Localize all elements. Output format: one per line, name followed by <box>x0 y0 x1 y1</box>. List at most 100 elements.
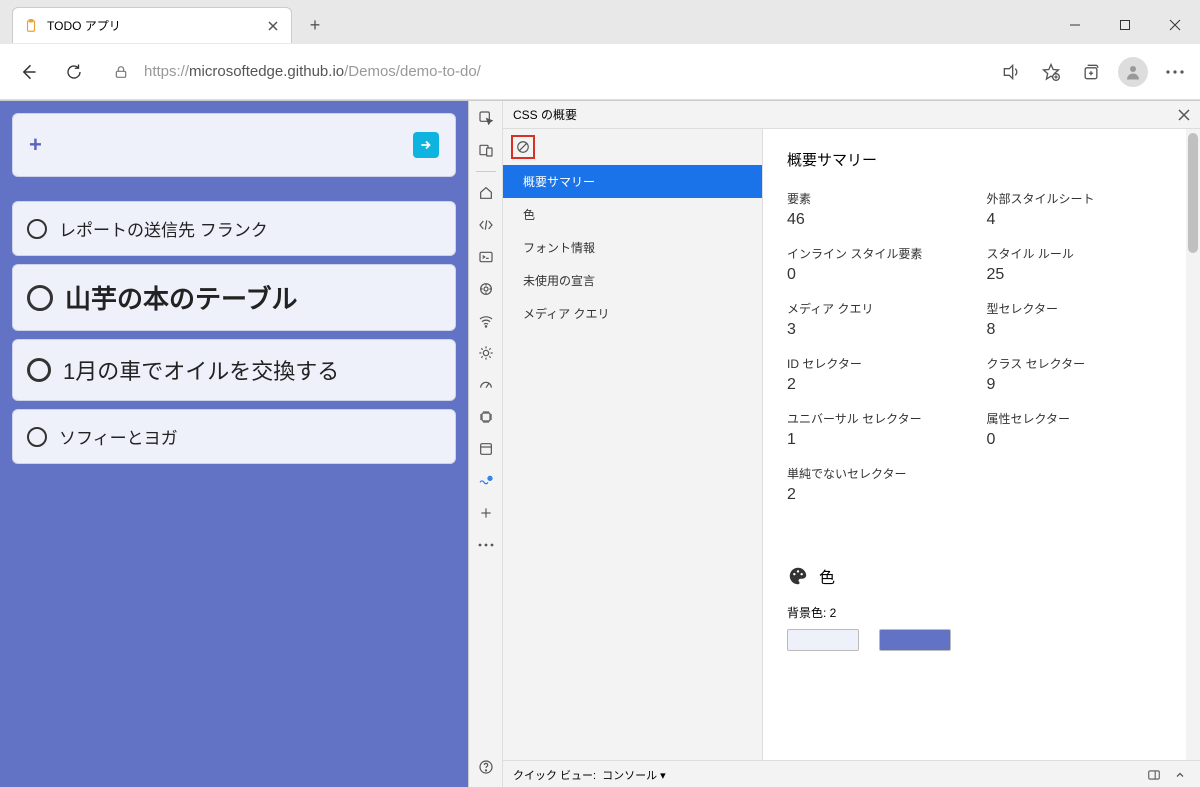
stat-label: スタイル ルール <box>987 245 1177 262</box>
network-icon[interactable] <box>475 310 497 332</box>
css-overview-icon[interactable] <box>475 470 497 492</box>
welcome-icon[interactable] <box>475 182 497 204</box>
todo-checkbox[interactable] <box>27 427 47 447</box>
browser-tab[interactable]: TODO アプリ <box>12 7 292 43</box>
minimize-button[interactable] <box>1050 3 1100 47</box>
todo-item[interactable]: ソフィーとヨガ <box>12 409 456 464</box>
stat-cell: ユニバーサル セレクター1 <box>787 410 977 449</box>
back-button[interactable] <box>12 56 44 88</box>
stat-label: インライン スタイル要素 <box>787 245 977 262</box>
stat-value: 1 <box>787 431 977 449</box>
devtools-header: CSS の概要 <box>503 101 1200 129</box>
scrollbar-thumb[interactable] <box>1188 133 1198 253</box>
stat-label: 単純でないセレクター <box>787 465 977 482</box>
css-overview-content: 概要サマリー 要素 46 外部スタイルシート4 インライン スタイル要素 0 スタイル ル… <box>763 129 1200 760</box>
sidebar-nav-item[interactable]: 色 <box>503 198 762 231</box>
maximize-button[interactable] <box>1100 3 1150 47</box>
panel-close-button[interactable] <box>1178 109 1190 121</box>
refresh-button[interactable] <box>58 56 90 88</box>
stat-value: 25 <box>987 266 1177 284</box>
tab-title: TODO アプリ <box>47 17 257 34</box>
lock-icon <box>108 59 134 85</box>
more-tools-icon[interactable] <box>475 502 497 524</box>
sidebar-toolbar <box>503 129 762 165</box>
quick-view-label: クイック ビュー: <box>513 767 596 783</box>
application-icon[interactable] <box>475 438 497 460</box>
todo-checkbox[interactable] <box>27 285 53 311</box>
new-tab-button[interactable]: + <box>300 10 330 40</box>
memory-icon[interactable] <box>475 406 497 428</box>
stat-label: 属性セレクター <box>987 410 1177 427</box>
todo-checkbox[interactable] <box>27 219 47 239</box>
device-toggle-icon[interactable] <box>475 139 497 161</box>
stat-value: 9 <box>987 376 1177 394</box>
plus-icon: + <box>29 132 42 158</box>
workspace: + レポートの送信先 フランク山芋の本のテーブル 1月の車でオイルを交換するソフィ… <box>0 101 1200 787</box>
sidebar-nav-item[interactable]: フォント情報 <box>503 231 762 264</box>
more-icon[interactable] <box>475 534 497 556</box>
sidebar-nav-item[interactable]: 未使用の宣言 <box>503 264 762 297</box>
address-bar[interactable]: https://microsoftedge.github.io/Demos/de… <box>104 54 984 90</box>
stat-cell: インライン スタイル要素 0 <box>787 245 977 284</box>
dock-icon[interactable] <box>1144 765 1164 785</box>
favorite-icon[interactable] <box>1038 59 1064 85</box>
performance-icon[interactable] <box>475 374 497 396</box>
inspect-icon[interactable] <box>475 107 497 129</box>
clear-overview-button[interactable] <box>511 135 535 159</box>
todo-text: 1月の車でオイルを交換する <box>63 354 339 386</box>
devtools-panel: CSS の概要 概要サマリー色フォント情報未使用の宣言メディア クエリ 概要サマ… <box>503 101 1200 787</box>
todo-item[interactable]: 山芋の本のテーブル <box>12 264 456 331</box>
close-window-button[interactable] <box>1150 3 1200 47</box>
more-menu-icon[interactable] <box>1162 59 1188 85</box>
stat-cell: 単純でないセレクター 2 <box>787 465 977 504</box>
stat-label: クラス セレクター <box>987 355 1177 372</box>
console-icon[interactable] <box>475 246 497 268</box>
lighthouse-icon[interactable] <box>475 342 497 364</box>
colors-heading: 色 <box>819 564 835 588</box>
tab-bar: TODO アプリ + <box>0 0 1200 44</box>
submit-arrow-button[interactable] <box>413 132 439 158</box>
collections-icon[interactable] <box>1078 59 1104 85</box>
scrollbar[interactable] <box>1186 129 1200 760</box>
expand-drawer-icon[interactable] <box>1170 765 1190 785</box>
todo-input-card[interactable]: + <box>12 113 456 177</box>
stat-cell: ID セレクター 2 <box>787 355 977 394</box>
devtools-footer: クイック ビュー: コンソール ▾ <box>503 760 1200 787</box>
sources-icon[interactable] <box>475 278 497 300</box>
palette-icon <box>787 565 809 587</box>
sidebar-nav-item[interactable]: 概要サマリー <box>503 165 762 198</box>
window-controls <box>1050 3 1200 47</box>
profile-avatar[interactable] <box>1118 57 1148 87</box>
stat-cell: 外部スタイルシート4 <box>987 190 1177 229</box>
summary-stats: 要素46外部スタイルシート4インライン スタイル要素0スタイル ルール25メディ… <box>787 190 1176 504</box>
stat-label: ID セレクター <box>787 355 977 372</box>
todo-item[interactable]: レポートの送信先 フランク <box>12 201 456 256</box>
color-swatch[interactable] <box>879 629 951 651</box>
stat-value: 0 <box>787 266 977 284</box>
stat-value: 2 <box>787 486 977 504</box>
todo-checkbox[interactable] <box>27 358 51 382</box>
devtools-body: 概要サマリー色フォント情報未使用の宣言メディア クエリ 概要サマリー 要素46外… <box>503 129 1200 760</box>
stat-value: 46 <box>787 211 977 229</box>
stat-cell: 要素 46 <box>787 190 977 229</box>
url-text: https://microsoftedge.github.io/Demos/de… <box>144 63 481 80</box>
sidebar-nav-item[interactable]: メディア クエリ <box>503 297 762 330</box>
summary-heading: 概要サマリー <box>787 149 1176 170</box>
stat-value: 0 <box>987 431 1177 449</box>
stat-cell: 属性セレクター 0 <box>987 410 1177 449</box>
clipboard-icon <box>23 18 39 34</box>
stat-cell: スタイル ルール 25 <box>987 245 1177 284</box>
stat-value: 2 <box>787 376 977 394</box>
browser-chrome: TODO アプリ + https://microsoftedge.github.… <box>0 0 1200 101</box>
help-icon[interactable] <box>475 756 497 778</box>
quick-view-select[interactable]: コンソール ▾ <box>602 767 666 783</box>
read-aloud-icon[interactable] <box>998 59 1024 85</box>
todo-item[interactable]: 1月の車でオイルを交換する <box>12 339 456 401</box>
tab-close-button[interactable] <box>265 18 281 34</box>
bg-colors-label: 背景色: 2 <box>787 604 1176 621</box>
stat-cell: 型セレクター8 <box>987 300 1177 339</box>
stat-label: 要素 <box>787 190 977 207</box>
css-overview-sidebar: 概要サマリー色フォント情報未使用の宣言メディア クエリ <box>503 129 763 760</box>
color-swatch[interactable] <box>787 629 859 651</box>
elements-icon[interactable] <box>475 214 497 236</box>
